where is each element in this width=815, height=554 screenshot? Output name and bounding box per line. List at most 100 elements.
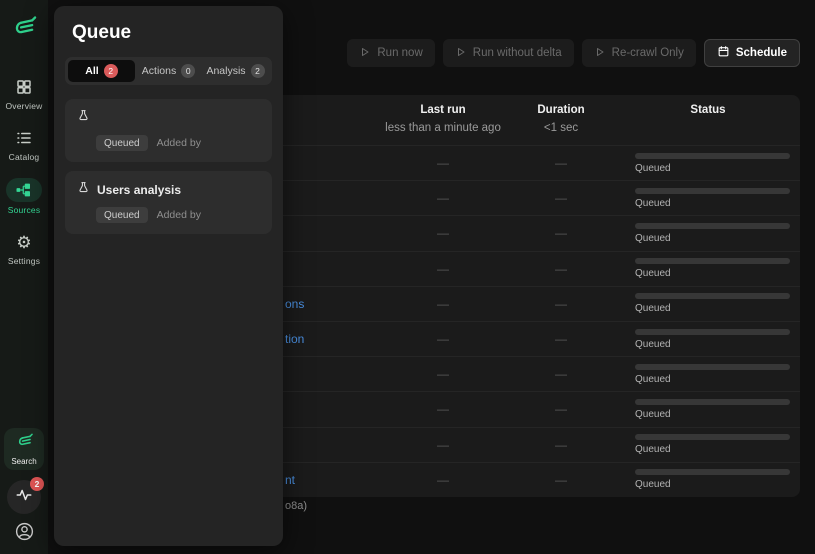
progress-bar xyxy=(635,399,790,405)
status-label: Queued xyxy=(635,268,790,279)
app-window: Overview Catalog xyxy=(0,0,815,554)
tab-all-count-badge: 2 xyxy=(104,64,118,78)
schedule-button[interactable]: Schedule xyxy=(704,39,800,67)
progress-bar xyxy=(635,364,790,370)
progress-bar xyxy=(635,329,790,335)
status-label: Queued xyxy=(635,409,790,420)
duration-value: — xyxy=(506,367,616,381)
queue-item[interactable]: Users analysis Queued Added by xyxy=(65,171,272,234)
last-run-value: — xyxy=(380,473,506,487)
duration-column-header: Duration xyxy=(506,104,616,116)
progress-bar xyxy=(635,293,790,299)
sidebar-item-label: Settings xyxy=(8,256,40,266)
queue-item-title: Users analysis xyxy=(97,183,181,197)
last-run-value: — xyxy=(380,191,506,205)
queue-item-status-chip: Queued xyxy=(96,135,148,151)
overview-grid-icon xyxy=(13,76,35,98)
app-logo-icon xyxy=(10,14,38,42)
source-id-fragment: o8a) xyxy=(285,500,307,512)
tab-actions-count-badge: 0 xyxy=(181,64,195,78)
play-icon xyxy=(359,46,371,61)
schedule-label: Schedule xyxy=(736,47,787,59)
last-run-value: — xyxy=(380,262,506,276)
duration-summary: <1 sec xyxy=(506,122,616,134)
sources-nodes-icon xyxy=(13,179,35,201)
flask-icon xyxy=(77,181,90,199)
progress-bar xyxy=(635,188,790,194)
sidebar-item-sources[interactable]: Sources xyxy=(0,178,48,215)
search-button[interactable]: Search xyxy=(4,428,44,470)
progress-bar xyxy=(635,153,790,159)
play-icon xyxy=(594,46,606,61)
recrawl-only-button[interactable]: Re-crawl Only xyxy=(582,39,696,67)
status-label: Queued xyxy=(635,233,790,244)
progress-bar xyxy=(635,258,790,264)
sidebar: Overview Catalog xyxy=(0,0,48,554)
search-button-label: Search xyxy=(11,457,36,466)
queue-item-added-by: Added by xyxy=(157,209,201,221)
last-run-column-header: Last run xyxy=(380,104,506,116)
queue-item[interactable]: Queued Added by xyxy=(65,99,272,162)
sidebar-item-overview[interactable]: Overview xyxy=(0,76,48,111)
calendar-icon xyxy=(717,45,730,61)
play-icon xyxy=(455,46,467,61)
user-icon xyxy=(14,521,35,547)
status-label: Queued xyxy=(635,479,790,490)
duration-value: — xyxy=(506,473,616,487)
account-button[interactable] xyxy=(12,522,36,546)
status-label: Queued xyxy=(635,303,790,314)
last-run-summary: less than a minute ago xyxy=(380,122,506,134)
tab-actions-label: Actions xyxy=(142,65,176,77)
last-run-value: — xyxy=(380,402,506,416)
run-without-delta-button[interactable]: Run without delta xyxy=(443,39,574,67)
last-run-value: — xyxy=(380,438,506,452)
tab-analysis[interactable]: Analysis 2 xyxy=(202,60,269,82)
run-without-delta-label: Run without delta xyxy=(473,47,562,59)
duration-value: — xyxy=(506,332,616,346)
queue-item-status-chip: Queued xyxy=(96,207,148,223)
search-logo-icon xyxy=(15,432,34,456)
duration-value: — xyxy=(506,297,616,311)
progress-bar xyxy=(635,223,790,229)
status-label: Queued xyxy=(635,198,790,209)
activity-button[interactable]: 2 xyxy=(7,480,41,514)
status-column-header: Status xyxy=(616,104,800,116)
progress-bar xyxy=(635,434,790,440)
status-label: Queued xyxy=(635,163,790,174)
status-label: Queued xyxy=(635,444,790,455)
gear-icon: ⚙ xyxy=(13,231,35,253)
activity-badge: 2 xyxy=(30,477,44,491)
last-run-value: — xyxy=(380,332,506,346)
progress-bar xyxy=(635,469,790,475)
sidebar-item-catalog[interactable]: Catalog xyxy=(0,127,48,162)
pulse-icon xyxy=(15,486,33,509)
last-run-value: — xyxy=(380,297,506,311)
duration-value: — xyxy=(506,438,616,452)
duration-value: — xyxy=(506,156,616,170)
active-nav-pill xyxy=(6,178,42,202)
catalog-list-icon xyxy=(13,127,35,149)
sidebar-bottom: Search 2 xyxy=(4,428,44,554)
last-run-value: — xyxy=(380,156,506,170)
last-run-value: — xyxy=(380,226,506,240)
sidebar-item-settings[interactable]: ⚙ Settings xyxy=(0,231,48,266)
queue-item-added-by: Added by xyxy=(157,137,201,149)
tab-actions[interactable]: Actions 0 xyxy=(135,60,202,82)
status-label: Queued xyxy=(635,374,790,385)
duration-value: — xyxy=(506,262,616,276)
source-name-link[interactable]: ons xyxy=(285,297,304,311)
sidebar-item-label: Overview xyxy=(5,101,42,111)
source-name-link[interactable]: nt xyxy=(285,473,295,487)
queue-panel: Queue All 2 Actions 0 Analysis 2 xyxy=(54,6,283,546)
last-run-value: — xyxy=(380,367,506,381)
tab-all[interactable]: All 2 xyxy=(68,60,135,82)
source-name-link[interactable]: tion xyxy=(285,332,304,346)
queue-tabs: All 2 Actions 0 Analysis 2 xyxy=(65,57,272,85)
tab-all-label: All xyxy=(85,65,98,77)
tab-analysis-label: Analysis xyxy=(206,65,245,77)
tab-analysis-count-badge: 2 xyxy=(251,64,265,78)
run-now-button[interactable]: Run now xyxy=(347,39,434,67)
queue-panel-title: Queue xyxy=(72,22,272,44)
duration-value: — xyxy=(506,226,616,240)
duration-value: — xyxy=(506,191,616,205)
